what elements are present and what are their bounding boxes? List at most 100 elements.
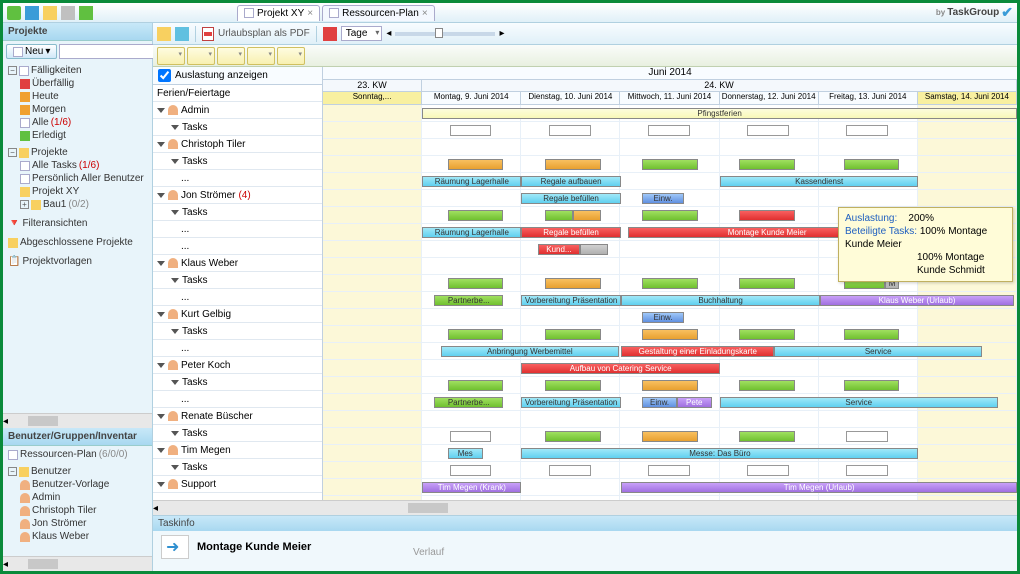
gantt-bar[interactable] [739, 278, 795, 289]
gantt-bar[interactable] [448, 159, 504, 170]
pdf-icon[interactable] [202, 27, 214, 41]
home-icon[interactable] [157, 27, 171, 41]
resource-row[interactable]: Kurt Gelbig [153, 306, 322, 323]
gantt-bar[interactable] [545, 380, 601, 391]
resource-row[interactable]: ... [153, 238, 322, 255]
gantt-bar[interactable]: Mes [448, 448, 483, 459]
scrollbar[interactable]: ◂ [3, 413, 152, 428]
gantt-bar[interactable] [545, 431, 601, 442]
gantt-grid[interactable]: Juni 2014 23. KW 24. KW Sonntag,...Monta… [323, 67, 1017, 500]
resource-row[interactable]: Tasks [153, 153, 322, 170]
gantt-bar[interactable] [648, 125, 690, 136]
expand-icon[interactable] [157, 363, 165, 368]
gantt-bar[interactable]: Kassendienst [720, 176, 918, 187]
gantt-bar[interactable] [450, 465, 492, 476]
gantt-bar[interactable]: Räumung Lagerhalle [422, 176, 521, 187]
gantt-bar[interactable] [739, 380, 795, 391]
gantt-bar[interactable]: Vorbereitung Präsentation [521, 397, 620, 408]
gantt-bar[interactable]: Service [774, 346, 982, 357]
gantt-bar[interactable]: Einw. [642, 312, 684, 323]
expand-icon[interactable] [171, 159, 179, 164]
gantt-bar[interactable] [642, 210, 698, 221]
resource-row[interactable]: Tim Megen [153, 442, 322, 459]
gantt-bar[interactable]: Buchhaltung [621, 295, 819, 306]
gantt-bar[interactable]: Pfingstferien [422, 108, 1017, 119]
gantt-bar[interactable] [844, 329, 900, 340]
expand-icon[interactable] [171, 329, 179, 334]
close-icon[interactable]: × [307, 8, 313, 19]
close-icon[interactable]: × [422, 8, 428, 19]
resource-row[interactable]: Christoph Tiler [153, 136, 322, 153]
filter-button[interactable] [277, 47, 305, 65]
gantt-bar[interactable] [448, 329, 504, 340]
expand-icon[interactable] [157, 312, 165, 317]
project-tree[interactable]: −Fälligkeiten Überfällig Heute Morgen Al… [3, 62, 152, 413]
gantt-bar[interactable] [450, 125, 492, 136]
gantt-bar[interactable] [846, 431, 888, 442]
scale-dropdown[interactable]: Tage [341, 26, 383, 41]
gantt-bar[interactable] [739, 159, 795, 170]
gantt-bar[interactable]: Regale aufbauen [521, 176, 620, 187]
filter-button[interactable] [157, 47, 185, 65]
tab-projekt-xy[interactable]: Projekt XY × [237, 5, 320, 21]
gantt-bar[interactable] [739, 210, 795, 221]
expand-icon[interactable]: + [20, 200, 29, 209]
expand-icon[interactable] [157, 414, 165, 419]
resource-row[interactable]: Tasks [153, 374, 322, 391]
gantt-bar[interactable] [642, 431, 698, 442]
filter-button[interactable] [187, 47, 215, 65]
gantt-bar[interactable] [580, 244, 608, 255]
back-icon[interactable] [25, 6, 39, 20]
gantt-bar[interactable] [545, 210, 573, 221]
expand-icon[interactable] [171, 380, 179, 385]
collapse-icon[interactable]: − [8, 148, 17, 157]
zoom-slider[interactable] [395, 32, 495, 36]
save-icon[interactable] [43, 6, 57, 20]
gantt-bar[interactable] [739, 431, 795, 442]
expand-icon[interactable] [171, 278, 179, 283]
gantt-bar[interactable] [846, 465, 888, 476]
resource-row[interactable]: Klaus Weber [153, 255, 322, 272]
print-icon[interactable] [61, 6, 75, 20]
gantt-bar[interactable] [448, 380, 504, 391]
gantt-bar[interactable] [545, 278, 601, 289]
collapse-icon[interactable]: − [8, 66, 17, 75]
gantt-bar[interactable] [549, 465, 591, 476]
expand-icon[interactable] [157, 193, 165, 198]
gantt-bar[interactable] [450, 431, 492, 442]
resource-row[interactable]: Support [153, 476, 322, 493]
expand-icon[interactable] [171, 431, 179, 436]
gantt-bar[interactable]: Partnerbe... [434, 295, 503, 306]
expand-icon[interactable] [171, 210, 179, 215]
scrollbar[interactable]: ◂ [3, 556, 152, 571]
tab-ressourcen-plan[interactable]: Ressourcen-Plan × [322, 5, 435, 21]
gantt-bar[interactable]: Messe: Das Büro [521, 448, 918, 459]
resource-row[interactable]: ... [153, 289, 322, 306]
gantt-bar[interactable]: Kund... [538, 244, 580, 255]
gantt-bar[interactable]: Service [720, 397, 998, 408]
gantt-bar[interactable]: Einw. [642, 193, 684, 204]
gantt-bar[interactable]: Tim Megen (Krank) [422, 482, 521, 493]
resource-row[interactable]: Tasks [153, 323, 322, 340]
gantt-bar[interactable] [844, 380, 900, 391]
resource-row[interactable]: Renate Büscher [153, 408, 322, 425]
gantt-bar[interactable] [648, 465, 690, 476]
gantt-bar[interactable] [642, 159, 698, 170]
gantt-bar[interactable]: Partnerbe... [434, 397, 503, 408]
gantt-bar[interactable] [844, 159, 900, 170]
gantt-bar[interactable]: Gestaltung einer Einladungskarte [621, 346, 774, 357]
gantt-bar[interactable]: Klaus Weber (Urlaub) [820, 295, 1014, 306]
resource-row[interactable]: Tasks [153, 204, 322, 221]
pdf-export-label[interactable]: Urlaubsplan als PDF [218, 28, 310, 39]
resource-row[interactable]: Jon Strömer (4) [153, 187, 322, 204]
pin-icon[interactable] [323, 27, 337, 41]
prev-icon[interactable]: ◂ [386, 28, 391, 39]
gantt-bar[interactable] [448, 210, 504, 221]
gantt-scrollbar[interactable]: ◂ [153, 500, 1017, 515]
gantt-bar[interactable] [846, 125, 888, 136]
gantt-bar[interactable] [545, 329, 601, 340]
auslastung-checkbox[interactable] [158, 69, 171, 82]
resource-row[interactable]: Tasks [153, 119, 322, 136]
resource-row[interactable]: Tasks [153, 459, 322, 476]
gantt-bar[interactable] [642, 329, 698, 340]
